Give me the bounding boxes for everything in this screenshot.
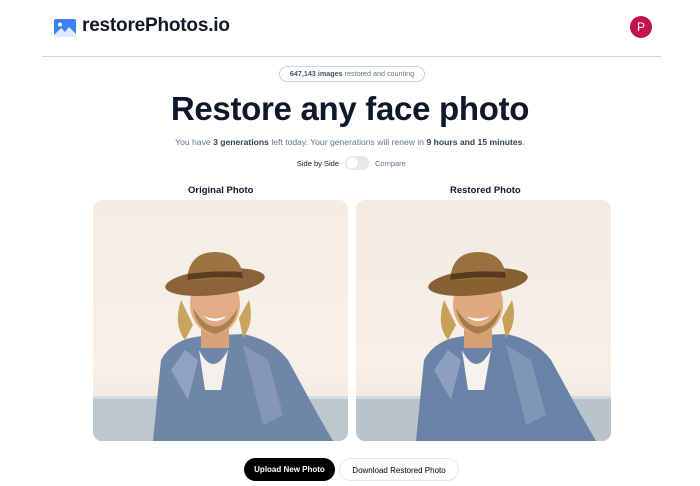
- restore-counter-badge: 647,143 images restored and counting: [279, 66, 425, 82]
- download-restored-photo-button[interactable]: Download Restored Photo: [339, 458, 459, 481]
- user-avatar[interactable]: P: [630, 16, 652, 38]
- restore-count: 647,143 images: [289, 69, 343, 78]
- restored-photo: [356, 200, 611, 441]
- view-mode-toggle[interactable]: [345, 156, 369, 170]
- brand-name[interactable]: restorePhotos.io: [82, 15, 230, 37]
- view-mode-toggle-row: Side by Side Compare: [0, 156, 700, 170]
- restored-photo-label: Restored Photo: [450, 185, 521, 196]
- generations-count: 3 generations: [213, 137, 269, 147]
- site-header: restorePhotos.io P: [42, 0, 661, 57]
- renew-time: 9 hours and 15 minutes: [426, 137, 523, 147]
- page-title: Restore any face photo: [170, 90, 530, 127]
- original-photo-image: [93, 200, 348, 441]
- restore-count-suffix: restored and counting: [342, 69, 415, 78]
- compare-label: Compare: [375, 159, 406, 168]
- photo-logo-icon: [54, 19, 76, 37]
- side-by-side-label: Side by Side: [296, 159, 339, 168]
- generations-remaining-text: You have 3 generations left today. Your …: [0, 137, 700, 147]
- generations-prefix: You have: [175, 137, 214, 147]
- original-photo: [93, 200, 348, 441]
- original-photo-label: Original Photo: [188, 185, 254, 196]
- toggle-knob: [346, 157, 358, 169]
- upload-new-photo-button[interactable]: Upload New Photo: [244, 458, 335, 481]
- generations-suffix: .: [522, 137, 525, 147]
- generations-middle: left today. Your generations will renew …: [268, 137, 427, 147]
- restored-photo-image: [356, 200, 611, 441]
